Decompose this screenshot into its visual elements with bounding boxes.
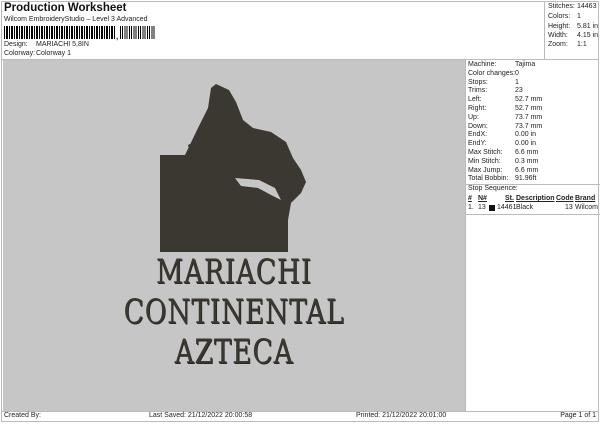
col-needle: N# xyxy=(478,195,487,202)
detail-value: Tajima xyxy=(515,61,536,68)
detail-value: 52.7 mm xyxy=(515,105,543,112)
detail-value: 6.6 mm xyxy=(515,166,539,174)
detail-value: 23 xyxy=(515,87,523,95)
page-number: Page 1 of 1 xyxy=(560,412,596,419)
colorway-row: Colorway:Colorway 1 xyxy=(4,50,71,57)
color-code: 13 xyxy=(565,204,573,211)
detail-row: Trims: 23 xyxy=(468,87,523,94)
stat-label: Width: xyxy=(548,32,568,39)
stat-value: 1:1 xyxy=(577,41,587,48)
printed-date: Printed: 21/12/2022 20:01:00 xyxy=(356,412,447,419)
detail-row: EndY: 0.00 in xyxy=(468,140,536,147)
detail-row: Right: 52.7 mm xyxy=(468,105,542,112)
col-code: Code xyxy=(556,195,574,202)
detail-row: Up: 73.7 mm xyxy=(468,114,542,121)
stat-row: Stitches: 14463 xyxy=(548,3,596,10)
detail-label: Max Jump: xyxy=(468,166,503,174)
detail-row: Min Stitch: 0.3 mm xyxy=(468,158,538,165)
created-by: Created By: xyxy=(4,412,41,419)
design-text-line: CONTINENTAL xyxy=(123,292,345,332)
barcode xyxy=(4,26,116,39)
colorway-value: Colorway 1 xyxy=(36,50,72,57)
stat-label: Zoom: xyxy=(548,41,568,48)
design-value: MARIACHI 5,8IN xyxy=(36,41,89,48)
last-saved: Last Saved: 21/12/2022 20:00:58 xyxy=(149,412,253,419)
design-row: Design: MARIACHI 5,8IN xyxy=(4,41,89,48)
detail-label: Total Bobbin: xyxy=(468,175,509,183)
detail-label: Down: xyxy=(468,122,488,130)
color-swatch xyxy=(489,205,495,211)
stat-label: Colors: xyxy=(548,13,571,20)
stat-value: 4.15 in xyxy=(577,32,599,39)
barcode-separator: , xyxy=(116,32,119,41)
col-brand: Brand xyxy=(575,195,596,202)
stat-row: Height: 5.81 in xyxy=(548,23,598,30)
col-stitches: St. xyxy=(505,195,514,202)
detail-value: 73.7 mm xyxy=(515,122,543,130)
detail-value: 91.96ft xyxy=(515,175,537,183)
design-text-line: AZTECA xyxy=(174,332,294,372)
detail-label: Right: xyxy=(468,105,487,112)
col-num: # xyxy=(468,195,472,202)
stop-num: 1. xyxy=(468,204,474,211)
detail-row: Down: 73.7 mm xyxy=(468,123,542,130)
divider xyxy=(466,214,600,215)
detail-value: 1 xyxy=(515,78,519,86)
detail-row: Color changes:0 xyxy=(468,70,519,77)
thread-brand: Wilcom xyxy=(575,204,598,211)
color-description: Black xyxy=(516,204,534,211)
colorway-label: Colorway: xyxy=(4,50,36,57)
stitch-count: 14461 xyxy=(497,204,517,211)
detail-value: 0.00 in xyxy=(515,131,537,139)
stop-sequence-label: Stop Sequence: xyxy=(468,185,518,192)
stat-label: Stitches: xyxy=(548,3,575,10)
design-preview: MARIACHI CONTINENTAL AZTECA xyxy=(3,60,465,411)
detail-label: Up: xyxy=(468,113,479,121)
barcode-suffix xyxy=(120,26,156,39)
detail-label: Left: xyxy=(468,96,482,104)
detail-row: Max Stitch: 6.6 mm xyxy=(468,149,538,156)
detail-row: Machine: Tajima xyxy=(468,61,535,68)
detail-label: Stops: xyxy=(468,78,488,86)
stat-label: Height: xyxy=(548,23,571,30)
col-description: Description xyxy=(516,195,555,202)
stat-value: 1 xyxy=(577,13,581,20)
detail-value: 52.7 mm xyxy=(515,96,543,104)
detail-label: Trims: xyxy=(468,87,488,95)
detail-value: 0.3 mm xyxy=(515,157,539,165)
detail-value: 6.6 mm xyxy=(515,149,539,156)
needle: 13 xyxy=(478,204,486,211)
detail-row: Total Bobbin: 91.96ft xyxy=(468,175,536,182)
design-text-line: MARIACHI xyxy=(155,252,313,292)
stat-row: Width: 4.15 in xyxy=(548,32,598,39)
software-name: Wilcom EmbroideryStudio – Level 3 Advanc… xyxy=(4,16,148,23)
detail-label: EndY: xyxy=(468,140,487,148)
detail-value: 73.7 mm xyxy=(515,113,543,121)
stats-box: Stitches: 14463 Colors: 1 Height: 5.81 in W… xyxy=(544,1,599,59)
detail-value: 0.00 in xyxy=(515,140,537,148)
divider xyxy=(1,411,599,412)
detail-row: Stops: 1 xyxy=(468,79,519,86)
stat-row: Zoom: 1:1 xyxy=(548,41,587,48)
detail-label: Max Stitch: xyxy=(468,149,503,156)
page-title: Production Worksheet xyxy=(4,2,127,14)
design-label: Design: xyxy=(4,41,28,48)
detail-label: Color changes: xyxy=(468,69,516,77)
stat-row: Colors: 1 xyxy=(548,13,581,20)
detail-label: EndX: xyxy=(468,131,488,139)
detail-value: 0 xyxy=(515,69,519,77)
detail-row: Left: 52.7 mm xyxy=(468,96,542,103)
detail-label: Min Stitch: xyxy=(468,157,501,165)
details-panel: Machine: Tajima Color changes:0 Stops: 1 Trim… xyxy=(465,60,600,411)
detail-label: Machine: xyxy=(468,61,497,68)
detail-row: EndX: 0.00 in xyxy=(468,131,536,138)
stat-value: 14463 xyxy=(577,3,597,10)
stat-value: 5.81 in xyxy=(577,23,599,30)
detail-row: Max Jump: 6.6 mm xyxy=(468,167,538,174)
